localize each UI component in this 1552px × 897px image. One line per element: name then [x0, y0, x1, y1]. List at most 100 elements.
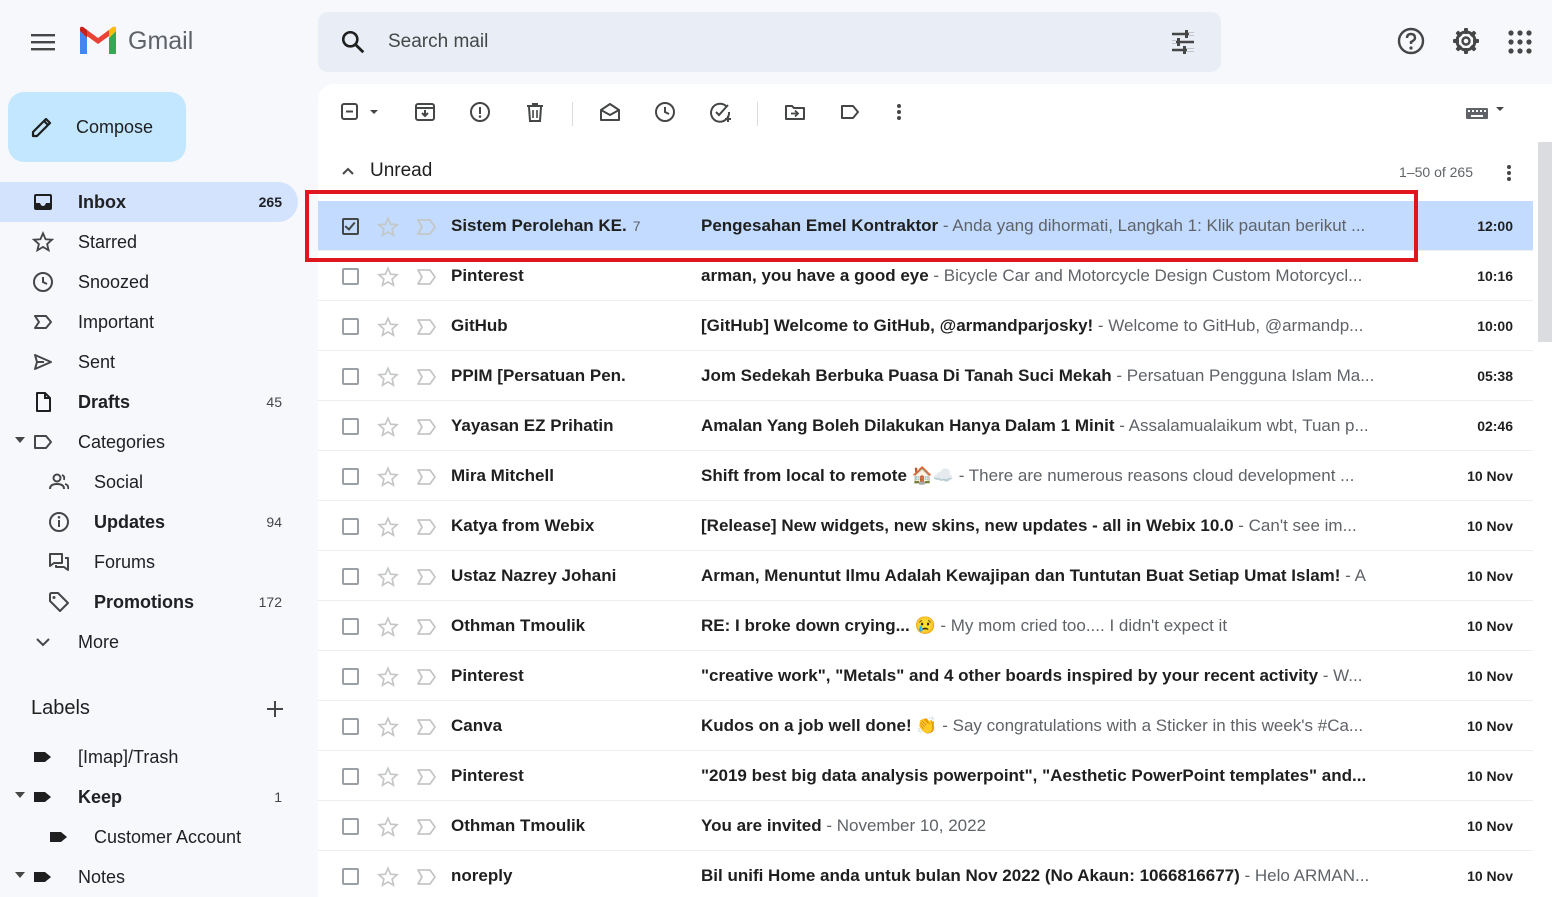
add-label-icon[interactable] [264, 698, 286, 720]
star-toggle-icon[interactable] [377, 316, 399, 338]
sidebar-item-snoozed[interactable]: Snoozed [0, 262, 298, 302]
star-toggle-icon[interactable] [377, 716, 399, 738]
mark-as-read-icon[interactable] [599, 101, 621, 123]
importance-marker-icon[interactable] [416, 318, 438, 336]
importance-marker-icon[interactable] [416, 468, 438, 486]
gmail-logo[interactable]: Gmail [78, 26, 193, 56]
row-checkbox[interactable] [342, 518, 359, 535]
report-spam-icon[interactable] [469, 101, 491, 123]
expand-caret-icon[interactable] [15, 437, 25, 443]
row-checkbox[interactable] [342, 418, 359, 435]
expand-caret-icon[interactable] [15, 792, 25, 798]
row-checkbox[interactable] [342, 768, 359, 785]
row-checkbox[interactable] [342, 818, 359, 835]
importance-marker-icon[interactable] [416, 418, 438, 436]
sidebar-item-more[interactable]: More [0, 622, 298, 662]
move-to-folder-icon[interactable] [784, 101, 806, 123]
label-item-imap-trash[interactable]: [Imap]/Trash [0, 737, 298, 777]
sidebar-item-sent[interactable]: Sent [0, 342, 298, 382]
importance-marker-icon[interactable] [416, 368, 438, 386]
importance-marker-icon[interactable] [416, 218, 438, 236]
add-to-tasks-icon[interactable] [709, 101, 733, 123]
star-toggle-icon[interactable] [377, 766, 399, 788]
star-toggle-icon[interactable] [377, 616, 399, 638]
email-row[interactable]: Sistem Perolehan KE. 7 Pengesahan Emel Ko… [318, 201, 1533, 251]
sidebar-item-categories[interactable]: Categories [0, 422, 298, 462]
star-toggle-icon[interactable] [377, 516, 399, 538]
sidebar-item-promotions[interactable]: Promotions 172 [0, 582, 298, 622]
email-row[interactable]: noreply Bil unifi Home anda untuk bulan … [318, 851, 1533, 897]
keyboard-dropdown-icon[interactable] [1464, 101, 1508, 123]
importance-marker-icon[interactable] [416, 668, 438, 686]
label-item-customer-account[interactable]: Customer Account [0, 817, 298, 857]
search-options-icon[interactable] [1170, 30, 1196, 54]
select-dropdown-icon[interactable] [340, 101, 380, 123]
row-checkbox[interactable] [342, 268, 359, 285]
sidebar-item-drafts[interactable]: Drafts 45 [0, 382, 298, 422]
section-more-icon[interactable] [1504, 162, 1514, 184]
pagination-info[interactable]: 1–50 of 265 [1399, 164, 1473, 180]
star-toggle-icon[interactable] [377, 216, 399, 238]
delete-icon[interactable] [524, 101, 546, 123]
row-checkbox[interactable] [342, 318, 359, 335]
email-row[interactable]: PPIM [Persatuan Pen. Jom Sedekah Berbuka… [318, 351, 1533, 401]
sidebar-item-updates[interactable]: Updates 94 [0, 502, 298, 542]
row-checkbox[interactable] [342, 218, 359, 235]
importance-marker-icon[interactable] [416, 868, 438, 886]
email-row[interactable]: Ustaz Nazrey Johani Arman, Menuntut Ilmu… [318, 551, 1533, 601]
importance-marker-icon[interactable] [416, 518, 438, 536]
star-toggle-icon[interactable] [377, 566, 399, 588]
search-icon[interactable] [340, 29, 366, 55]
email-row[interactable]: Canva Kudos on a job well done! 👏 - Say … [318, 701, 1533, 751]
star-toggle-icon[interactable] [377, 666, 399, 688]
sidebar-item-important[interactable]: Important [0, 302, 298, 342]
star-toggle-icon[interactable] [377, 466, 399, 488]
row-checkbox[interactable] [342, 368, 359, 385]
star-toggle-icon[interactable] [377, 416, 399, 438]
archive-icon[interactable] [414, 101, 436, 123]
expand-caret-icon[interactable] [15, 872, 25, 878]
importance-marker-icon[interactable] [416, 568, 438, 586]
email-row[interactable]: Yayasan EZ Prihatin Amalan Yang Boleh Di… [318, 401, 1533, 451]
apps-grid-icon[interactable] [1508, 30, 1532, 54]
star-toggle-icon[interactable] [377, 816, 399, 838]
label-as-icon[interactable] [839, 101, 861, 123]
importance-marker-icon[interactable] [416, 718, 438, 736]
importance-marker-icon[interactable] [416, 768, 438, 786]
row-checkbox[interactable] [342, 668, 359, 685]
email-row[interactable]: GitHub [GitHub] Welcome to GitHub, @arma… [318, 301, 1533, 351]
compose-button[interactable]: Compose [8, 92, 186, 162]
star-toggle-icon[interactable] [377, 266, 399, 288]
search-bar[interactable] [318, 12, 1221, 72]
email-row[interactable]: Pinterest "2019 best big data analysis p… [318, 751, 1533, 801]
email-row[interactable]: Othman Tmoulik You are invited - Novembe… [318, 801, 1533, 851]
email-row[interactable]: Mira Mitchell Shift from local to remote… [318, 451, 1533, 501]
sidebar-item-starred[interactable]: Starred [0, 222, 298, 262]
row-checkbox[interactable] [342, 468, 359, 485]
search-input[interactable] [388, 26, 1148, 58]
sidebar-item-forums[interactable]: Forums [0, 542, 298, 582]
email-row[interactable]: Pinterest arman, you have a good eye - B… [318, 251, 1533, 301]
snooze-clock-icon[interactable] [654, 101, 676, 123]
sidebar-item-inbox[interactable]: Inbox 265 [0, 182, 298, 222]
star-toggle-icon[interactable] [377, 866, 399, 888]
email-row[interactable]: Katya from Webix [Release] New widgets, … [318, 501, 1533, 551]
importance-marker-icon[interactable] [416, 268, 438, 286]
importance-marker-icon[interactable] [416, 818, 438, 836]
sidebar-item-social[interactable]: Social [0, 462, 298, 502]
help-icon[interactable] [1396, 26, 1426, 56]
settings-gear-icon[interactable] [1451, 26, 1481, 56]
label-item-keep[interactable]: Keep 1 [0, 777, 298, 817]
star-toggle-icon[interactable] [377, 366, 399, 388]
email-row[interactable]: Pinterest "creative work", "Metals" and … [318, 651, 1533, 701]
importance-marker-icon[interactable] [416, 618, 438, 636]
row-checkbox[interactable] [342, 568, 359, 585]
section-header-unread[interactable]: Unread [340, 160, 432, 182]
email-row[interactable]: Othman Tmoulik RE: I broke down crying..… [318, 601, 1533, 651]
scrollbar-thumb[interactable] [1538, 142, 1552, 342]
row-checkbox[interactable] [342, 718, 359, 735]
row-checkbox[interactable] [342, 618, 359, 635]
chevron-up-icon[interactable] [340, 163, 356, 179]
more-vert-icon[interactable] [894, 101, 904, 123]
main-menu-button[interactable] [25, 26, 61, 58]
